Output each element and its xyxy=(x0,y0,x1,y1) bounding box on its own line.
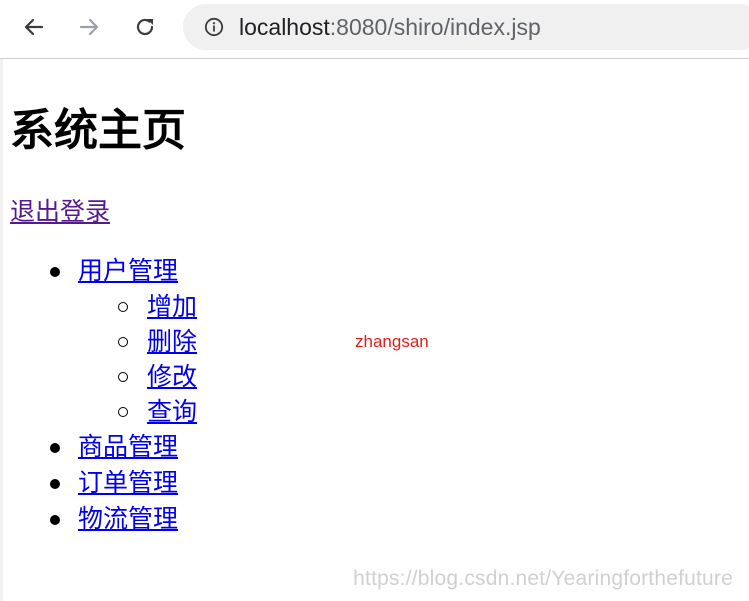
watermark-text: https://blog.csdn.net/Yearingforthefutur… xyxy=(353,567,733,590)
page-title: 系统主页 xyxy=(10,105,186,156)
current-username: zhangsan xyxy=(355,332,429,351)
url-path: :8080/shiro/index.jsp xyxy=(329,13,541,40)
info-icon[interactable] xyxy=(203,16,225,38)
menu-link-logistics-management[interactable]: 物流管理 xyxy=(78,504,178,533)
submenu-item-edit: 修改 xyxy=(78,359,749,394)
menu-link-user-management[interactable]: 用户管理 xyxy=(78,256,178,285)
forward-button[interactable] xyxy=(72,10,106,44)
submenu-item-add: 增加 xyxy=(78,289,749,324)
url-host: localhost xyxy=(239,13,330,40)
submenu-user-management: 增加 删除 修改 查询 xyxy=(78,289,749,429)
menu-link-order-management[interactable]: 订单管理 xyxy=(78,468,178,497)
submenu-link-add[interactable]: 增加 xyxy=(147,292,197,321)
main-menu: 用户管理 增加 删除 修改 查询 商品管理 订单管理 物流管理 xyxy=(10,253,749,537)
arrow-left-icon xyxy=(24,18,44,36)
browser-window: localhost:8080/shiro/index.jsp 系统主页 退出登录… xyxy=(0,0,749,601)
submenu-link-query[interactable]: 查询 xyxy=(147,397,197,426)
url-text[interactable]: localhost:8080/shiro/index.jsp xyxy=(239,14,541,41)
reload-icon xyxy=(136,18,154,36)
browser-toolbar: localhost:8080/shiro/index.jsp xyxy=(0,0,749,59)
submenu-link-delete[interactable]: 删除 xyxy=(147,327,197,356)
menu-item-product-management: 商品管理 xyxy=(10,429,749,465)
menu-item-logistics-management: 物流管理 xyxy=(10,501,749,537)
page-content: 系统主页 退出登录 用户管理 增加 删除 修改 查询 商品管理 订单管理 物流管… xyxy=(10,59,749,537)
reload-button[interactable] xyxy=(128,10,162,44)
submenu-link-edit[interactable]: 修改 xyxy=(147,362,197,391)
window-edge xyxy=(0,0,3,601)
submenu-item-query: 查询 xyxy=(78,394,749,429)
address-bar[interactable]: localhost:8080/shiro/index.jsp xyxy=(183,4,749,50)
menu-link-product-management[interactable]: 商品管理 xyxy=(78,432,178,461)
arrow-right-icon xyxy=(79,18,99,36)
back-button[interactable] xyxy=(17,10,51,44)
logout-link[interactable]: 退出登录 xyxy=(10,195,110,229)
menu-item-order-management: 订单管理 xyxy=(10,465,749,501)
